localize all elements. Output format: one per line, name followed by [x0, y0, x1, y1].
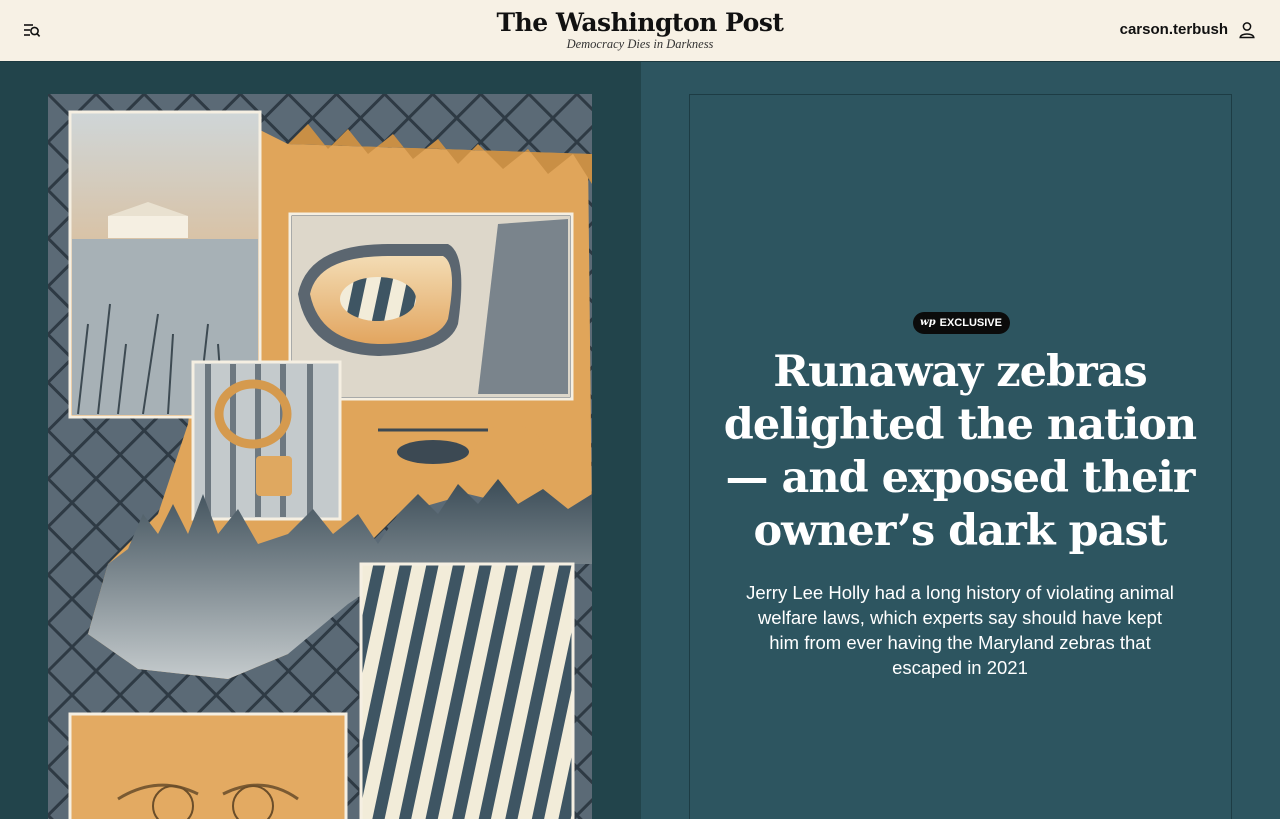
masthead-logo[interactable]: The Washington Post: [0, 8, 1280, 38]
site-header: The Washington Post Democracy Dies in Da…: [0, 0, 1280, 62]
masthead-tagline: Democracy Dies in Darkness: [566, 37, 714, 51]
article-headline: Runaway zebras delighted the nation — an…: [723, 347, 1197, 556]
masthead[interactable]: The Washington Post Democracy Dies in Da…: [0, 8, 1280, 51]
badge-label: EXCLUSIVE: [939, 317, 1002, 329]
user-icon[interactable]: [1238, 21, 1256, 39]
exclusive-badge: wp EXCLUSIVE: [913, 312, 1010, 334]
account-username[interactable]: carson.terbush: [1120, 21, 1228, 38]
article-dek: Jerry Lee Holly had a long history of vi…: [746, 582, 1174, 678]
wp-logo-icon: wp: [920, 317, 936, 328]
article-illustration: [48, 94, 592, 819]
